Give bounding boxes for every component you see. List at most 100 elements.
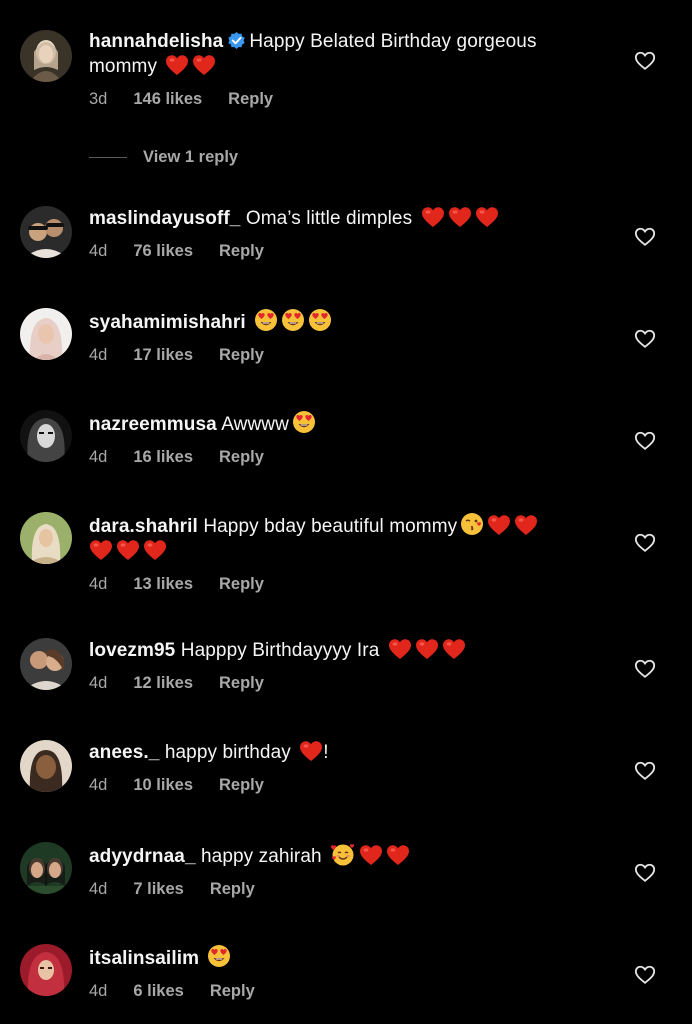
smiling-face-with-hearts-icon <box>331 844 355 866</box>
comment-body: lovezm95 Happpy Birthdayyyy Ira 4d 12 lik… <box>89 638 609 693</box>
avatar[interactable] <box>20 944 72 996</box>
comment-suffix: ! <box>323 742 329 763</box>
emoji-group <box>289 411 316 435</box>
avatar[interactable] <box>20 740 72 792</box>
comment-time: 4d <box>89 448 108 466</box>
comment-body: adyydrnaa_ happy zahirah 4d 7 likes Reply <box>89 842 609 899</box>
comment-meta: 4d 76 likes Reply <box>89 241 609 261</box>
red-heart-icon <box>421 207 444 227</box>
avatar[interactable] <box>20 206 72 258</box>
comment-meta: 4d 12 likes Reply <box>89 673 609 693</box>
reply-button[interactable]: Reply <box>219 776 264 794</box>
reply-button[interactable]: Reply <box>210 880 255 898</box>
red-heart-icon <box>515 515 538 535</box>
verified-badge-icon <box>228 31 245 50</box>
comment-username[interactable]: itsalinsailim <box>89 948 199 969</box>
reply-button[interactable]: Reply <box>210 982 255 1000</box>
red-heart-icon <box>388 639 411 659</box>
comment-username[interactable]: maslindayusoff_ <box>89 208 240 229</box>
avatar[interactable] <box>20 410 72 462</box>
red-heart-icon <box>442 639 465 659</box>
heart-outline-icon[interactable] <box>634 862 656 884</box>
comment-username[interactable]: syahamimishahri <box>89 312 246 333</box>
comment-username[interactable]: hannahdelisha <box>89 31 223 52</box>
reply-button[interactable]: Reply <box>219 448 264 466</box>
heart-outline-icon[interactable] <box>634 430 656 452</box>
red-heart-icon <box>360 845 383 865</box>
comment-text: dara.shahril Happy bday beautiful mommy <box>89 512 609 564</box>
comment-text: nazreemmusa Awwww <box>89 410 609 437</box>
comment-time: 4d <box>89 982 108 1000</box>
comment-text: hannahdelisha Happy Belated Birthday gorg… <box>89 30 609 79</box>
reply-button[interactable]: Reply <box>219 575 264 593</box>
heart-outline-icon[interactable] <box>634 760 656 782</box>
reply-button[interactable]: Reply <box>219 674 264 692</box>
heart-outline-icon[interactable] <box>634 226 656 248</box>
kissing-face-icon <box>461 513 484 535</box>
comment-meta: 4d 17 likes Reply <box>89 345 609 365</box>
likes-count[interactable]: 13 likes <box>133 575 193 593</box>
likes-count[interactable]: 6 likes <box>133 982 183 1000</box>
avatar[interactable] <box>20 638 72 690</box>
heart-outline-icon[interactable] <box>634 964 656 986</box>
comment-text: syahamimishahri <box>89 308 609 335</box>
view-replies-button[interactable]: View 1 reply <box>89 147 238 167</box>
comment-time: 4d <box>89 674 108 692</box>
likes-count[interactable]: 76 likes <box>133 242 193 260</box>
comment-time: 4d <box>89 242 108 260</box>
emoji-group <box>327 844 410 867</box>
heart-outline-icon[interactable] <box>634 328 656 350</box>
emoji-group <box>385 639 466 661</box>
comment-username[interactable]: dara.shahril <box>89 516 198 537</box>
avatar[interactable] <box>20 30 72 82</box>
emoji-group <box>162 55 216 77</box>
comment-body: hannahdelisha Happy Belated Birthday gorg… <box>89 30 609 109</box>
heart-eyes-icon <box>292 411 315 433</box>
comment-time: 4d <box>89 575 108 593</box>
red-heart-icon <box>475 207 498 227</box>
comment-username[interactable]: anees._ <box>89 742 159 763</box>
comment-message: happy zahirah <box>201 846 322 867</box>
heart-eyes-icon <box>208 945 231 967</box>
emoji-group <box>204 945 231 969</box>
comment-message: Oma’s little dimples <box>245 208 413 229</box>
avatar[interactable] <box>20 512 72 564</box>
comment-username[interactable]: nazreemmusa <box>89 414 217 435</box>
comment-message: Happpy Birthdayyyy Ira <box>180 640 380 661</box>
red-heart-icon <box>415 639 438 659</box>
comment-body: anees._ happy birthday ! 4d 10 likes Reply <box>89 740 609 795</box>
likes-count[interactable]: 7 likes <box>133 880 183 898</box>
likes-count[interactable]: 146 likes <box>133 90 202 108</box>
comment-body: itsalinsailim 4d 6 likes Reply <box>89 944 609 1001</box>
view-replies-label: View 1 reply <box>143 147 239 166</box>
comment-message: Awwww <box>221 414 289 435</box>
comment-username[interactable]: lovezm95 <box>89 640 175 661</box>
emoji-group: ! <box>296 741 329 763</box>
red-heart-icon <box>144 540 166 560</box>
emoji-group <box>418 207 499 229</box>
comment-meta: 4d 6 likes Reply <box>89 981 609 1001</box>
reply-button[interactable]: Reply <box>228 90 273 108</box>
likes-count[interactable]: 10 likes <box>133 776 193 794</box>
comment-text: adyydrnaa_ happy zahirah <box>89 842 609 869</box>
emoji-group <box>251 309 332 333</box>
avatar[interactable] <box>20 308 72 360</box>
comment-body: nazreemmusa Awwww 4d 16 likes Reply <box>89 410 609 467</box>
comment-text: itsalinsailim <box>89 944 609 971</box>
likes-count[interactable]: 16 likes <box>133 448 193 466</box>
red-heart-icon <box>193 55 216 75</box>
comment-body: maslindayusoff_ Oma’s little dimples 4d 7… <box>89 206 609 261</box>
comment-meta: 4d 16 likes Reply <box>89 447 609 467</box>
likes-count[interactable]: 12 likes <box>133 674 193 692</box>
heart-outline-icon[interactable] <box>634 532 656 554</box>
comment-time: 4d <box>89 880 108 898</box>
heart-eyes-icon <box>255 309 278 331</box>
red-heart-icon <box>387 845 410 865</box>
avatar[interactable] <box>20 842 72 894</box>
comment-username[interactable]: adyydrnaa_ <box>89 846 196 867</box>
reply-button[interactable]: Reply <box>219 242 264 260</box>
reply-button[interactable]: Reply <box>219 346 264 364</box>
heart-outline-icon[interactable] <box>634 658 656 680</box>
heart-outline-icon[interactable] <box>634 50 656 72</box>
likes-count[interactable]: 17 likes <box>133 346 193 364</box>
